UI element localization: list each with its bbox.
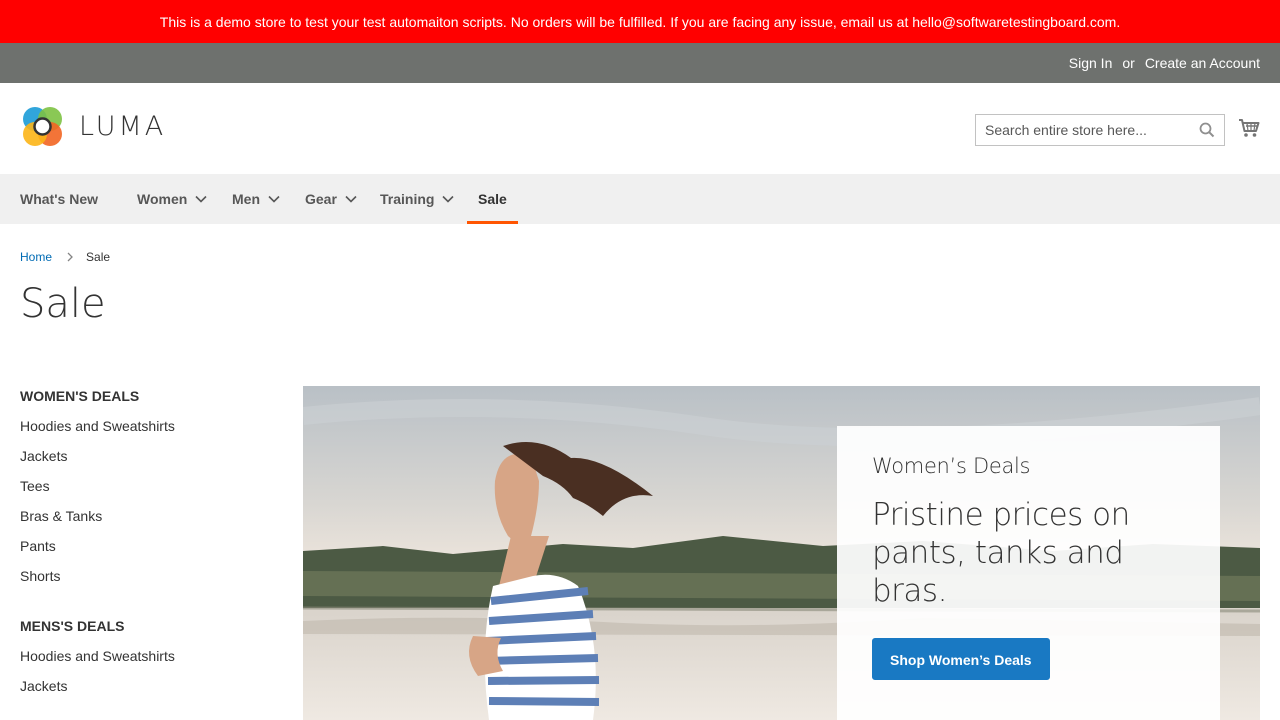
breadcrumb: Home Sale: [20, 250, 110, 264]
account-links-bar: Sign In or Create an Account: [0, 43, 1280, 83]
search-icon[interactable]: [1199, 122, 1215, 138]
nav-item-whats-new[interactable]: What's New: [20, 174, 98, 224]
luma-logo-icon: [23, 107, 62, 146]
sidebar-deals: WOMEN'S DEALS Hoodies and Sweatshirts Ja…: [20, 386, 280, 696]
sidebar-link[interactable]: Tees: [20, 466, 280, 496]
sidebar-link[interactable]: Pants: [20, 526, 280, 556]
main-navigation: What's New Women Men Gear Training Sale: [0, 174, 1280, 224]
sidebar-heading: WOMEN'S DEALS: [20, 388, 140, 404]
chevron-down-icon: [345, 195, 357, 203]
promo-kicker: Women’s Deals: [872, 454, 1031, 478]
womens-deals-promo[interactable]: Women’s Deals Pristine prices on pants, …: [303, 386, 1260, 720]
nav-item-label: Gear: [305, 191, 337, 207]
sidebar-link[interactable]: Bras & Tanks: [20, 496, 280, 526]
nav-item-gear[interactable]: Gear: [305, 174, 357, 224]
search-input[interactable]: [976, 115, 1224, 145]
search-box: [975, 114, 1225, 146]
create-account-link[interactable]: Create an Account: [1145, 55, 1260, 71]
nav-item-label: Training: [380, 191, 435, 207]
chevron-down-icon: [268, 195, 280, 203]
demo-notice-banner: This is a demo store to test your test a…: [0, 0, 1280, 43]
sign-in-link[interactable]: Sign In: [1069, 55, 1113, 71]
or-separator: or: [1122, 55, 1135, 71]
nav-item-men[interactable]: Men: [232, 174, 280, 224]
womens-deals-group: WOMEN'S DEALS Hoodies and Sweatshirts Ja…: [20, 386, 280, 586]
logo-wordmark: LUMA: [79, 111, 167, 142]
sidebar-link[interactable]: Hoodies and Sweatshirts: [20, 406, 280, 436]
promo-card: Women’s Deals Pristine prices on pants, …: [837, 426, 1220, 720]
sidebar-link[interactable]: Jackets: [20, 666, 280, 696]
shop-womens-deals-button[interactable]: Shop Women’s Deals: [872, 638, 1050, 680]
chevron-right-icon: [67, 252, 73, 262]
chevron-down-icon: [195, 195, 207, 203]
mens-deals-group: MENS'S DEALS Hoodies and Sweatshirts Jac…: [20, 616, 280, 696]
nav-item-label: Sale: [478, 191, 507, 207]
demo-notice-text: This is a demo store to test your test a…: [159, 13, 1121, 30]
nav-item-label: What's New: [20, 191, 99, 207]
page-title: Sale: [20, 281, 106, 327]
sidebar-heading: MENS'S DEALS: [20, 618, 125, 634]
chevron-down-icon: [442, 195, 455, 203]
nav-item-training[interactable]: Training: [380, 174, 455, 224]
promo-headline: Pristine prices on pants, tanks and bras…: [872, 497, 1130, 609]
sidebar-link[interactable]: Hoodies and Sweatshirts: [20, 636, 280, 666]
nav-item-women[interactable]: Women: [137, 174, 207, 224]
nav-item-label: Women: [137, 191, 188, 207]
nav-item-label: Men: [232, 191, 260, 207]
breadcrumb-home-link[interactable]: Home: [20, 250, 52, 264]
breadcrumb-current: Sale: [86, 250, 111, 264]
cart-icon[interactable]: [1238, 118, 1260, 138]
sidebar-link[interactable]: Jackets: [20, 436, 280, 466]
store-logo[interactable]: LUMA: [20, 104, 166, 149]
sidebar-link[interactable]: Shorts: [20, 556, 280, 586]
nav-item-sale[interactable]: Sale: [467, 174, 518, 224]
